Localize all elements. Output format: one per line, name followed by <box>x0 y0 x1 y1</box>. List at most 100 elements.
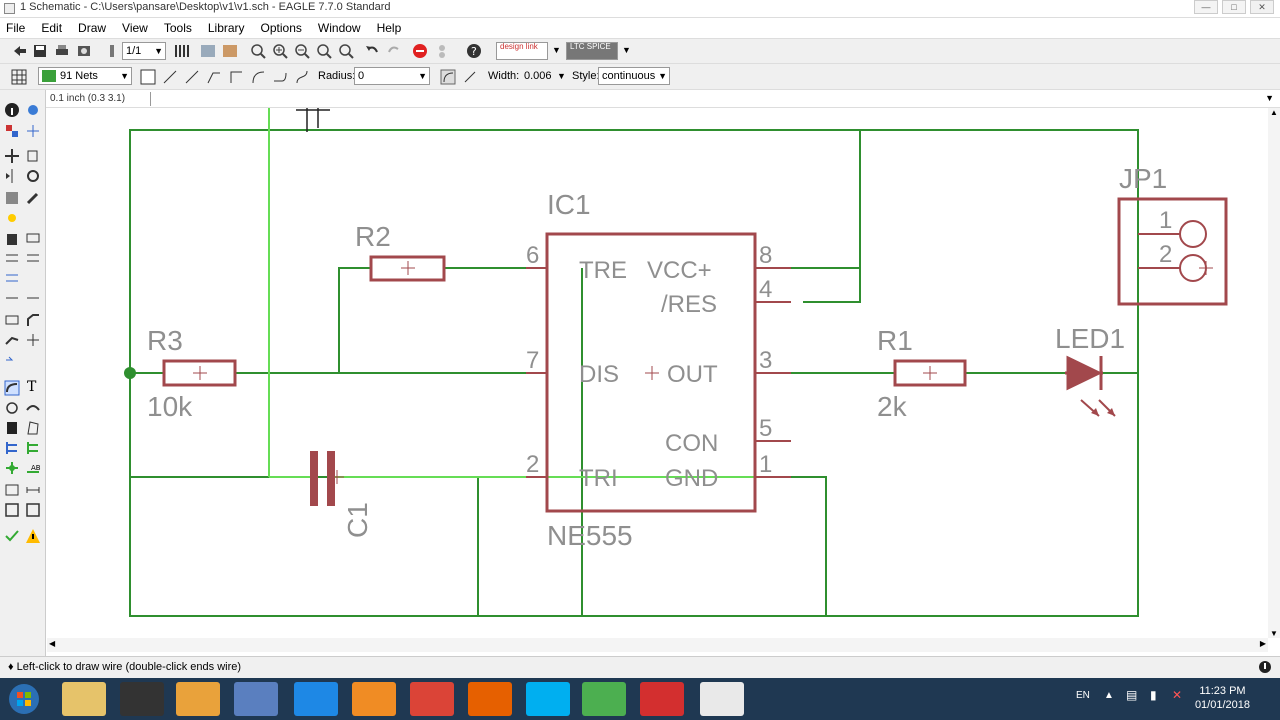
zoom-select-icon[interactable] <box>338 43 354 59</box>
name-icon[interactable] <box>4 290 20 306</box>
bar-icon[interactable] <box>174 43 190 59</box>
minimize-button[interactable]: — <box>1194 0 1218 14</box>
sheet-frame-icon[interactable] <box>25 502 41 518</box>
add-icon[interactable] <box>25 230 41 246</box>
paste-icon[interactable] <box>4 210 20 226</box>
menu-view[interactable]: View <box>122 21 148 35</box>
optimize-icon[interactable] <box>4 352 20 368</box>
gateswap-icon[interactable] <box>4 270 20 286</box>
sheet-select[interactable]: 1/1 ▼ <box>122 42 166 60</box>
net-icon[interactable] <box>25 440 41 456</box>
remote-app-icon[interactable] <box>234 682 278 716</box>
menu-window[interactable]: Window <box>318 21 361 35</box>
change-icon[interactable] <box>25 190 41 206</box>
polygon-icon[interactable] <box>25 420 41 436</box>
errors-icon[interactable] <box>25 528 41 544</box>
undo-icon[interactable] <box>364 43 380 59</box>
zoom-redraw-icon[interactable] <box>316 43 332 59</box>
r2-symbol[interactable]: R2 <box>355 221 446 282</box>
miter-icon[interactable] <box>25 312 41 328</box>
stop-icon[interactable] <box>412 43 428 59</box>
circle-icon[interactable] <box>4 400 20 416</box>
network-icon[interactable]: ▤ <box>1126 688 1137 702</box>
smash-icon[interactable] <box>4 312 20 328</box>
erc-icon[interactable] <box>4 528 20 544</box>
miter-straight-icon[interactable] <box>462 69 478 85</box>
save-icon[interactable] <box>32 43 48 59</box>
command-line-input[interactable] <box>150 92 1270 106</box>
ie-app-icon[interactable] <box>294 682 338 716</box>
ltspice-dropdown-icon[interactable]: ▼ <box>622 45 631 55</box>
width-dropdown-icon[interactable]: ▼ <box>557 71 566 81</box>
horizontal-scrollbar[interactable]: ◀ ▶ <box>47 638 1268 652</box>
menu-options[interactable]: Options <box>261 21 302 35</box>
help-icon[interactable]: ? <box>466 43 482 59</box>
ic1-symbol[interactable]: IC1 NE555 6 7 2 TRE DIS TRI 8 4 3 5 1 VC… <box>526 189 791 551</box>
chrome-2-app-icon[interactable] <box>582 682 626 716</box>
firefox-app-icon[interactable] <box>468 682 512 716</box>
wire-icon[interactable] <box>4 380 20 396</box>
chrome-app-icon[interactable] <box>410 682 454 716</box>
arc-icon[interactable] <box>25 400 41 416</box>
zoom-out-icon[interactable] <box>294 43 310 59</box>
battery-icon[interactable]: ▮ <box>1150 688 1157 702</box>
pinswap-icon[interactable] <box>4 250 20 266</box>
media-app-icon[interactable] <box>176 682 220 716</box>
command-history-dropdown-icon[interactable]: ▼ <box>1265 93 1274 103</box>
rect-icon[interactable] <box>4 420 20 436</box>
menu-edit[interactable]: Edit <box>41 21 62 35</box>
junction-icon[interactable] <box>4 460 20 476</box>
show-icon[interactable] <box>25 102 41 118</box>
rotate-icon[interactable] <box>25 168 41 184</box>
zoom-in-icon[interactable] <box>272 43 288 59</box>
dimension-icon[interactable] <box>25 482 41 498</box>
recorder-app-icon[interactable] <box>640 682 684 716</box>
go-icon[interactable] <box>434 43 450 59</box>
miter-round-icon[interactable] <box>440 69 456 85</box>
menu-draw[interactable]: Draw <box>78 21 106 35</box>
share-app-icon[interactable] <box>352 682 396 716</box>
radius-select[interactable]: 0 ▼ <box>354 67 430 85</box>
move-icon[interactable] <box>4 148 20 164</box>
style-select[interactable]: continuous ▼ <box>598 67 670 85</box>
clock[interactable]: 11:23 PM 01/01/2018 <box>1195 684 1250 712</box>
eagle-app-icon[interactable] <box>700 682 744 716</box>
designlink-dropdown-icon[interactable]: ▼ <box>552 45 561 55</box>
wire-bend-6-icon[interactable] <box>272 69 288 85</box>
wire-bend-7-icon[interactable] <box>294 69 310 85</box>
zoom-fit-icon[interactable] <box>250 43 266 59</box>
group-icon[interactable] <box>4 190 20 206</box>
menu-library[interactable]: Library <box>208 21 245 35</box>
attribute-icon[interactable] <box>4 482 20 498</box>
menu-tools[interactable]: Tools <box>164 21 192 35</box>
sheet-icon[interactable] <box>104 43 120 59</box>
mirror-icon[interactable] <box>4 168 20 184</box>
wire-bend-1-icon[interactable] <box>162 69 178 85</box>
frame-icon[interactable] <box>4 502 20 518</box>
invoke-icon[interactable] <box>25 332 41 348</box>
close-button[interactable]: ✕ <box>1250 0 1274 14</box>
menu-file[interactable]: File <box>6 21 25 35</box>
volume-icon[interactable]: ✕ <box>1172 688 1182 702</box>
language-indicator[interactable]: EN <box>1076 690 1090 701</box>
c1-symbol[interactable]: C1 <box>310 451 373 538</box>
split-icon[interactable] <box>4 332 20 348</box>
label-icon[interactable]: AB <box>25 460 41 476</box>
wire-bend-3-icon[interactable] <box>206 69 222 85</box>
designlink-button[interactable]: design link <box>496 42 548 60</box>
library-icon[interactable] <box>222 43 238 59</box>
camera-app-icon[interactable] <box>120 682 164 716</box>
bus-icon[interactable] <box>4 440 20 456</box>
menu-help[interactable]: Help <box>377 21 402 35</box>
cam-icon[interactable] <box>76 43 92 59</box>
value-icon[interactable] <box>25 290 41 306</box>
vertical-scrollbar[interactable]: ▲ ▼ <box>1268 108 1280 638</box>
replace-icon[interactable] <box>25 250 41 266</box>
skype-app-icon[interactable] <box>526 682 570 716</box>
copy-icon[interactable] <box>25 148 41 164</box>
print-icon[interactable] <box>54 43 70 59</box>
text-icon[interactable]: T <box>27 379 36 395</box>
width-value[interactable]: 0.006 <box>524 70 552 82</box>
ltspice-button[interactable]: LTC SPICE <box>566 42 618 60</box>
schematic-canvas[interactable]: IC1 NE555 6 7 2 TRE DIS TRI 8 4 3 5 1 VC… <box>47 108 1268 638</box>
